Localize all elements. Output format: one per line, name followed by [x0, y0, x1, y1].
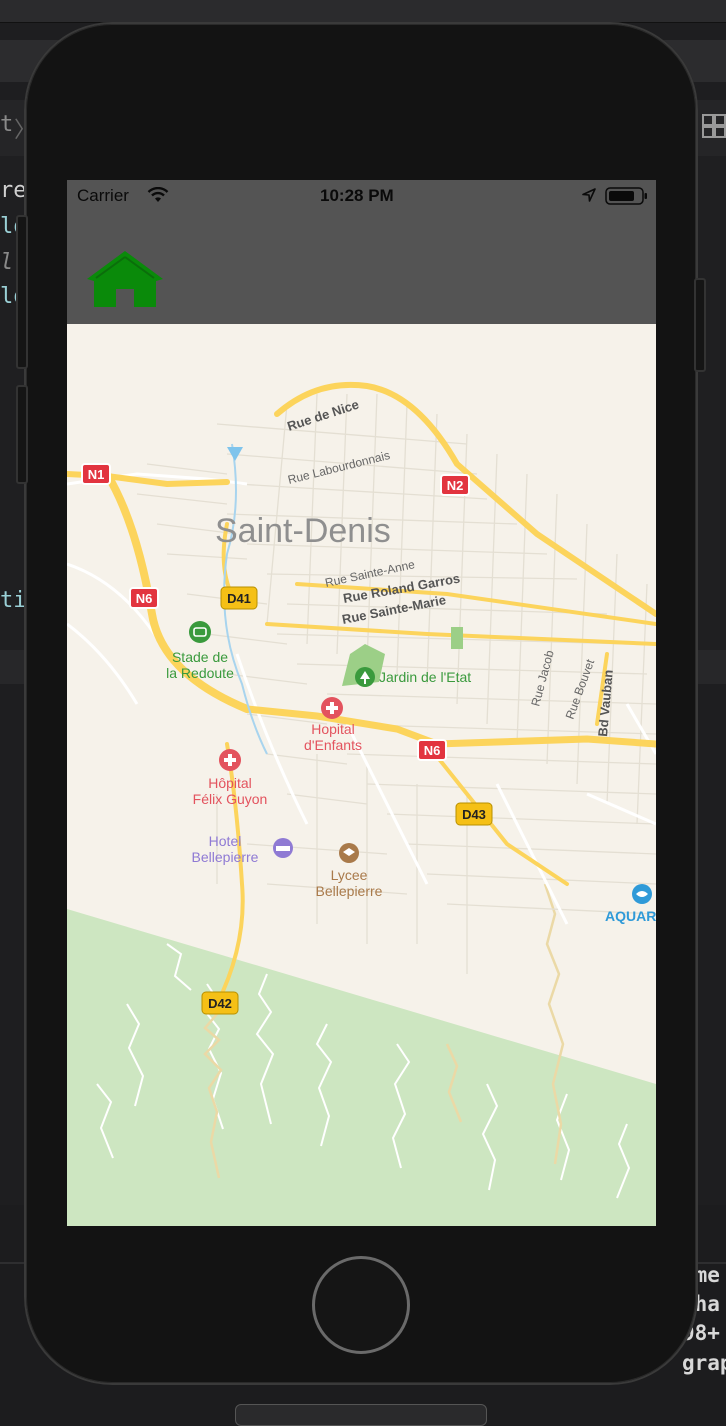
bed-icon-glyph: [276, 846, 290, 851]
clock-label: 10:28 PM: [320, 186, 394, 205]
poi-label: Bellepierre: [192, 849, 259, 865]
volume-button: [16, 215, 28, 369]
route-shield-d42: D42: [201, 991, 239, 1015]
poi-label: Stade de: [172, 649, 228, 665]
breadcrumb-fragment: t: [0, 112, 14, 137]
home-button[interactable]: [312, 1256, 410, 1354]
svg-text:N6: N6: [136, 591, 153, 606]
editor-layout-icon[interactable]: [702, 114, 726, 140]
poi-label: la Redoute: [166, 665, 234, 681]
svg-text:D41: D41: [227, 591, 251, 606]
navigation-bar: [67, 212, 656, 324]
stadium-icon: [189, 621, 211, 643]
map-view[interactable]: Saint-Denis Rue de Nice Rue Labourdonnai…: [67, 324, 656, 1226]
small-park: [451, 627, 463, 649]
route-shield-n6: N6: [129, 587, 159, 609]
svg-text:D43: D43: [462, 807, 486, 822]
svg-text:N2: N2: [447, 478, 464, 493]
volume-button: [16, 385, 28, 484]
code-fragment: re: [0, 178, 27, 203]
poi-label: d'Enfants: [304, 737, 362, 753]
device-screen: Carrier 10:28 PM Saint-Denis Rue de Nice…: [67, 180, 656, 1226]
svg-text:N1: N1: [88, 467, 105, 482]
route-shield-d43: D43: [455, 802, 493, 826]
svg-text:D42: D42: [208, 996, 232, 1011]
route-shield-n1: N1: [81, 463, 111, 485]
svg-text:N6: N6: [424, 743, 441, 758]
ide-title-bar: [0, 0, 726, 22]
route-shield-d41: D41: [220, 586, 258, 610]
poi-label: AQUAR: [605, 908, 656, 924]
wifi-icon: [147, 187, 169, 202]
poi-label: Jardin de l'Etat: [379, 669, 471, 685]
house-icon[interactable]: [84, 248, 166, 310]
poi-label: Hôpital: [208, 775, 252, 791]
poi-label: Lycee: [331, 867, 368, 883]
power-button: [694, 278, 706, 372]
city-label: Saint-Denis: [215, 512, 391, 550]
console-text: graph: [682, 1351, 726, 1375]
poi-label: Hopital: [311, 721, 355, 737]
poi-label: Hotel: [209, 833, 242, 849]
route-shield-n6: N6: [417, 739, 447, 761]
poi-label: Félix Guyon: [193, 791, 268, 807]
status-bar: Carrier 10:28 PM: [67, 180, 656, 212]
route-shield-n2: N2: [440, 474, 470, 496]
console-tab[interactable]: [235, 1404, 487, 1426]
location-arrow-icon: [582, 188, 596, 202]
poi-label: Bellepierre: [316, 883, 383, 899]
carrier-label: Carrier: [77, 186, 129, 205]
battery-icon: [605, 187, 647, 205]
